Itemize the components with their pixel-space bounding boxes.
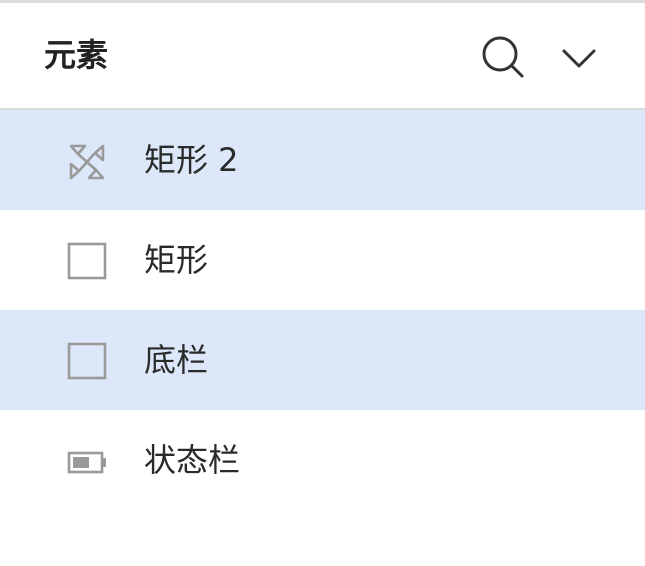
battery-icon bbox=[66, 442, 108, 482]
layer-label: 矩形 bbox=[144, 241, 209, 279]
layer-row-rect-2[interactable]: 矩形 2 bbox=[0, 110, 645, 210]
layer-row-status-bar[interactable]: 状态栏 bbox=[0, 410, 645, 510]
panel-header: 元素 bbox=[0, 3, 645, 110]
search-button[interactable] bbox=[480, 34, 526, 80]
rectangle-icon bbox=[66, 242, 108, 282]
panel-title: 元素 bbox=[44, 36, 109, 74]
collapse-button[interactable] bbox=[560, 43, 598, 73]
layer-row-rect[interactable]: 矩形 bbox=[0, 210, 645, 310]
mask-pinwheel-icon bbox=[66, 142, 108, 182]
layer-label: 底栏 bbox=[144, 341, 209, 379]
rectangle-icon bbox=[66, 342, 108, 382]
layer-label: 状态栏 bbox=[144, 441, 241, 479]
chevron-down-icon bbox=[562, 49, 596, 68]
layer-list: 矩形 2 矩形 底栏 状态栏 bbox=[0, 110, 645, 510]
elements-panel: 元素 矩形 2 矩形 底栏 状态栏 bbox=[0, 0, 645, 566]
layer-label: 矩形 2 bbox=[144, 141, 239, 179]
search-icon bbox=[482, 36, 524, 78]
layer-row-bottom-bar[interactable]: 底栏 bbox=[0, 310, 645, 410]
